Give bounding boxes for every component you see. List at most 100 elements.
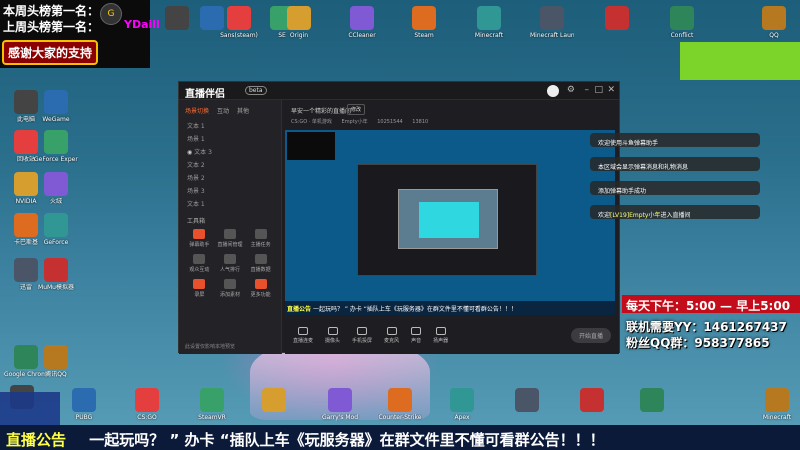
desktop-icon[interactable]: Steam xyxy=(402,6,446,39)
tool-add-material[interactable]: 添加素材 xyxy=(216,279,245,298)
tool-label: 添加素材 xyxy=(219,292,240,298)
stream-preview[interactable]: 直播公告 一起玩吗？ ” 办卡 “插队上车《玩服务器》在群文件里不懂可看群公告！… xyxy=(285,130,615,315)
tool-label: 录屏 xyxy=(194,292,205,298)
scene-item[interactable]: 文本 1 xyxy=(179,119,281,132)
desktop-icon[interactable] xyxy=(505,388,549,414)
tool-room-manage[interactable]: 直播间管理 xyxy=(216,229,245,248)
sound-button[interactable]: 声音 xyxy=(411,326,421,344)
local-preview-note: 此设置仅影响本地预览 xyxy=(185,344,236,350)
minimize-icon[interactable]: – xyxy=(585,85,590,95)
tool-label: 主播任务 xyxy=(250,242,271,248)
desktop-icon[interactable] xyxy=(595,6,639,32)
desktop-icon-label: Garry's Mod xyxy=(321,414,359,421)
desktop-icon[interactable]: QQ xyxy=(752,6,796,39)
maximize-icon[interactable]: □ xyxy=(594,85,603,95)
desktop-icon[interactable] xyxy=(570,388,614,414)
edit-title-button[interactable]: 修改 xyxy=(347,104,366,115)
tool-data[interactable]: 直播数据 xyxy=(246,254,275,273)
toolbox-title: 工具箱 xyxy=(187,218,206,225)
desktop-icon[interactable] xyxy=(630,388,674,414)
left-panel: 场景切换 互动 其他 文本 1 场景 1 文本 3 文本 2 场景 2 场景 3… xyxy=(179,100,282,354)
desktop-icon[interactable]: Minecraft Launcher xyxy=(530,6,574,39)
app-icon xyxy=(670,6,694,30)
desktop-icon[interactable]: PUBG xyxy=(62,388,106,421)
audience-icon xyxy=(193,254,206,264)
ranking-icon xyxy=(223,254,236,264)
danmu-icon xyxy=(193,229,206,239)
category[interactable]: CS:GO · 单机游戏 xyxy=(291,119,332,125)
desktop-icon[interactable]: Origin xyxy=(277,6,321,39)
live-companion-window[interactable]: 直播伴侣 beta ⚙ – □ ✕ 场景切换 互动 其他 文本 1 场景 1 文… xyxy=(178,81,620,354)
scene-item[interactable]: 场景 3 xyxy=(179,184,281,197)
live-title: 早安一个精彩的直播间 xyxy=(291,108,352,115)
phone-cast-button[interactable]: 手机投屏 xyxy=(352,326,372,344)
desktop-icon[interactable]: 腾讯QQ xyxy=(34,345,78,378)
rank-lastweek-label: 上周头榜第一名： xyxy=(3,20,100,34)
scene-item[interactable]: 文本 2 xyxy=(179,158,281,171)
app-icon xyxy=(640,388,664,412)
scene-item[interactable]: 场景 1 xyxy=(179,132,281,145)
tool-record[interactable]: 录屏 xyxy=(185,279,214,298)
desktop-icon[interactable]: 火绒 xyxy=(34,172,78,205)
app-icon xyxy=(388,388,412,412)
camera-icon xyxy=(327,326,338,335)
tab-scenes[interactable]: 场景切换 xyxy=(185,106,209,115)
scene-item[interactable]: 文本 3 xyxy=(179,145,281,158)
nested-preview-2 xyxy=(398,189,498,249)
mic-button[interactable]: 麦克风 xyxy=(384,326,399,344)
app-icon xyxy=(762,6,786,30)
app-icon xyxy=(328,388,352,412)
desktop-icon[interactable]: Sans(steam) xyxy=(217,6,261,39)
mic-icon xyxy=(386,326,397,335)
speaker-button[interactable]: 扬声器 xyxy=(433,326,448,344)
desktop-icon[interactable]: Garry's Mod xyxy=(318,388,362,421)
desktop-icon-label: GeForce xyxy=(43,239,69,246)
desktop-icon[interactable]: Counter-Strike xyxy=(378,388,422,421)
qq-group: 粉丝QQ群：958377865 xyxy=(626,336,770,350)
app-icon xyxy=(44,130,68,154)
desktop-icon[interactable]: GeForce Experience xyxy=(34,130,78,163)
desktop-icon[interactable]: SteamVR xyxy=(190,388,234,421)
app-icon xyxy=(44,172,68,196)
rank-week-label: 本周头榜第一名： xyxy=(3,4,100,18)
tool-danmu[interactable]: 弹幕助手 xyxy=(185,229,214,248)
tool-audience[interactable]: 观众互动 xyxy=(185,254,214,273)
desktop-icon[interactable]: Minecraft xyxy=(467,6,511,39)
scene-item[interactable]: 文本 1 xyxy=(179,197,281,210)
stream-info-bar: 早安一个精彩的直播间 修改 CS:GO · 单机游戏 Empty小年 10251… xyxy=(283,100,619,130)
close-icon[interactable]: ✕ xyxy=(607,85,615,95)
add-icon xyxy=(223,279,236,289)
desktop-icon-label: Steam xyxy=(414,32,434,39)
tool-tasks[interactable]: 主播任务 xyxy=(246,229,275,248)
desktop-icon[interactable]: GeForce xyxy=(34,213,78,246)
settings-icon[interactable]: ⚙ xyxy=(567,85,575,95)
tab-interact[interactable]: 互动 xyxy=(217,106,229,115)
desktop-icon[interactable]: CCleaner xyxy=(340,6,384,39)
more-icon xyxy=(254,279,267,289)
app-icon xyxy=(135,388,159,412)
desktop-icon[interactable]: Apex xyxy=(440,388,484,421)
tab-other[interactable]: 其他 xyxy=(237,106,249,115)
start-live-button[interactable]: 开始直播 xyxy=(570,327,611,343)
announcement-text: 一起玩吗？ ” 办卡 “插队上车《玩服务器》在群文件里不懂可看群公告！！！ xyxy=(89,431,605,449)
desktop-icon[interactable]: MuMu模拟器 xyxy=(34,258,78,291)
tool-ranking[interactable]: 人气排行 xyxy=(216,254,245,273)
linkmic-button[interactable]: 直播连麦 xyxy=(293,326,314,344)
camera-button[interactable]: 摄像头 xyxy=(325,326,340,344)
desktop-icon[interactable]: Minecraft xyxy=(755,388,799,421)
desktop-icon-label: Minecraft xyxy=(762,414,792,421)
window-titlebar[interactable]: 直播伴侣 beta ⚙ – □ ✕ xyxy=(179,82,619,100)
bt-label: 直播连麦 xyxy=(293,337,314,344)
rank-lastweek-name: YDaill xyxy=(124,18,160,31)
app-icon xyxy=(765,388,789,412)
desktop-icon[interactable]: Conflict xyxy=(660,6,704,39)
desktop-icon[interactable]: WeGame xyxy=(34,90,78,123)
preview-announcement: 直播公告 一起玩吗？ ” 办卡 “插队上车《玩服务器》在群文件里不懂可看群公告！… xyxy=(285,301,615,315)
desktop-icon[interactable]: CS:GO xyxy=(125,388,169,421)
tool-more[interactable]: 更多功能 xyxy=(246,279,275,298)
user-avatar[interactable] xyxy=(547,85,559,97)
nested-preview xyxy=(357,164,537,276)
app-icon xyxy=(227,6,251,30)
scene-item[interactable]: 场景 2 xyxy=(179,171,281,184)
desktop-icon[interactable] xyxy=(252,388,296,414)
